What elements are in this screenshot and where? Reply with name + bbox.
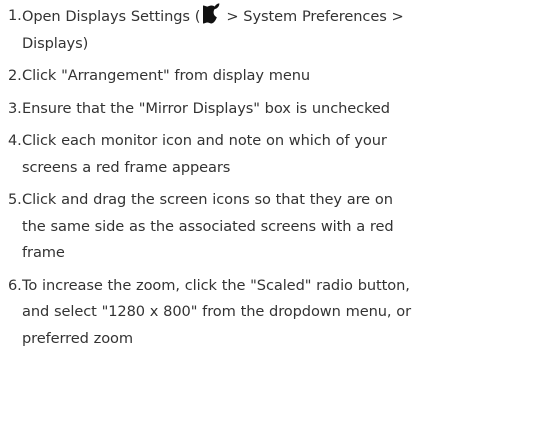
step-6: 6. To increase the zoom, click the "Scal…: [0, 273, 558, 353]
step-1: 1. Open Displays Settings ( > System Pref…: [0, 3, 558, 57]
step-3: 3. Ensure that the "Mirror Displays" box…: [0, 96, 558, 123]
step-5: 5. Click and drag the screen icons so th…: [0, 187, 558, 267]
step-number: 3.: [8, 99, 22, 117]
step-number: 1.: [8, 7, 22, 24]
instructions-page: 1. Open Displays Settings ( > System Pref…: [0, 0, 558, 440]
step-number: 2.: [8, 67, 22, 84]
step-line: To increase the zoom, click the "Scaled"…: [22, 276, 410, 294]
step-number: 4.: [8, 132, 22, 149]
steps-list: 1. Open Displays Settings ( > System Pref…: [0, 3, 558, 352]
step-2: 2. Click "Arrangement" from display menu: [0, 63, 558, 90]
step-number: 6.: [8, 276, 22, 294]
step-line: Displays): [22, 34, 89, 52]
step-text: Open Displays Settings (: [22, 8, 201, 25]
step-4: 4. Click each monitor icon and note on w…: [0, 128, 558, 181]
step-line: Open Displays Settings ( > System Prefere…: [22, 3, 558, 31]
step-line: the same side as the associated screens …: [22, 217, 394, 235]
apple-icon: [203, 3, 222, 24]
step-line: Click and drag the screen icons so that …: [22, 191, 393, 208]
step-line: frame: [22, 244, 65, 261]
step-line: and select "1280 x 800" from the dropdow…: [22, 303, 412, 320]
step-line: screens a red frame appears: [22, 158, 231, 176]
step-line: Click each monitor icon and note on whic…: [22, 132, 387, 149]
step-line: Click "Arrangement" from display menu: [22, 67, 311, 84]
step-text: > System Preferences >: [226, 8, 404, 25]
step-line: Ensure that the "Mirror Displays" box is…: [22, 99, 390, 117]
step-line: preferred zoom: [22, 329, 133, 347]
step-number: 5.: [8, 191, 22, 208]
